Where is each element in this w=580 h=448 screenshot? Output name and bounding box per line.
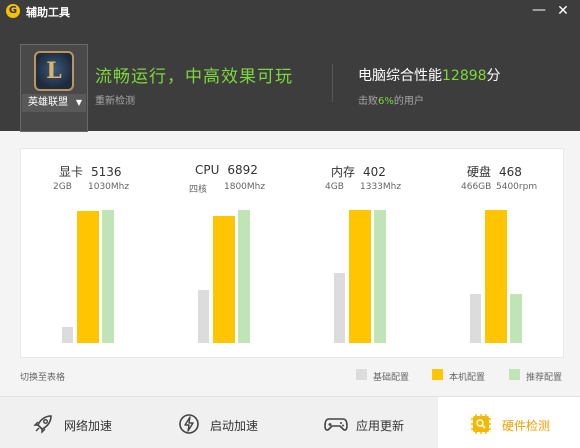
hardware-chart-panel: 显卡 5136 2GB 1030Mhz CPU 6892 四核 1800Mhz 内存… (20, 148, 564, 358)
beat-prefix: 击败 (358, 96, 378, 107)
beat-text: 击败6%的用户 (358, 92, 424, 107)
bar-recommend (374, 210, 386, 343)
metric-spec-detail: 1030Mhz (88, 182, 130, 192)
metric-label: 内存 (331, 165, 356, 179)
legend-swatch-recommend (509, 369, 520, 380)
beat-suffix: 的用户 (393, 96, 424, 107)
metric-label: 硬盘 (467, 165, 492, 179)
bar-recommend (510, 294, 522, 343)
nav-hardware-label: 硬件检测 (502, 419, 551, 433)
metric-title: 内存 402 (331, 163, 386, 180)
metric-score: 402 (363, 165, 386, 179)
nav-network-label: 网络加速 (64, 419, 113, 433)
metric-disk: 硬盘 468 466GB 5400rpm (429, 149, 565, 359)
window-title: 辅助工具 (26, 6, 70, 19)
metric-spec-detail: 1333Mhz (360, 182, 402, 192)
bottom-nav: 网络加速 启动加速 应用更新 硬件检测 (0, 396, 580, 448)
game-card: L 英雄联盟 ▼ (20, 44, 88, 132)
bar-recommend (102, 210, 114, 343)
bar-basic (334, 273, 345, 343)
metric-score: 6892 (227, 163, 258, 177)
metric-spec: 2GB (53, 182, 72, 192)
metric-spec-detail: 5400rpm (496, 182, 538, 192)
nav-app-update[interactable]: 应用更新 (292, 397, 438, 448)
legend-label-current: 本机配置 (449, 373, 486, 383)
bar-basic (198, 290, 209, 343)
game-select-dropdown[interactable]: 英雄联盟 ▼ (22, 94, 86, 112)
metric-spec: 466GB (461, 182, 492, 192)
minimize-button[interactable]: — (530, 2, 548, 20)
bar-current (485, 210, 507, 343)
metric-label: 显卡 (59, 165, 84, 179)
app-logo-icon: G (6, 4, 20, 18)
chevron-down-icon: ▼ (75, 98, 82, 107)
score-unit: 分 (486, 68, 501, 84)
bar-current (349, 210, 371, 343)
close-button[interactable]: ✕ (554, 2, 572, 20)
lightning-clock-icon (179, 414, 199, 434)
metric-gpu: 显卡 5136 2GB 1030Mhz (21, 149, 157, 359)
game-icon: L (34, 51, 74, 91)
recheck-link[interactable]: 重新检测 (95, 92, 135, 107)
beat-percent: 6% (378, 96, 394, 107)
score-value: 12898 (442, 68, 487, 84)
rocket-icon (33, 415, 52, 434)
bar-basic (470, 294, 481, 343)
metric-title: 硬盘 468 (467, 163, 522, 180)
bar-current (77, 211, 99, 343)
switch-to-table-link[interactable]: 切换至表格 (20, 370, 65, 383)
bar-basic (62, 327, 73, 343)
game-icon-letter: L (46, 58, 62, 84)
result-header: L 英雄联盟 ▼ 流畅运行，中高效果可玩 重新检测 电脑综合性能12898分 击… (0, 22, 580, 132)
chip-icon (471, 414, 491, 434)
nav-app-update-label: 应用更新 (356, 419, 405, 433)
overall-score: 电脑综合性能12898分 (358, 65, 501, 85)
gamepad-icon (324, 418, 348, 431)
metric-cpu: CPU 6892 四核 1800Mhz (157, 149, 293, 359)
metric-score: 5136 (91, 165, 122, 179)
header-divider (332, 64, 333, 102)
legend-swatch-basic (356, 369, 367, 380)
nav-startup-label: 启动加速 (210, 419, 259, 433)
score-prefix: 电脑综合性能 (358, 68, 442, 84)
bar-current (213, 216, 235, 343)
metric-title: CPU 6892 (195, 163, 258, 177)
bar-recommend (238, 210, 250, 343)
nav-startup-accelerate[interactable]: 启动加速 (146, 397, 292, 448)
metric-memory: 内存 402 4GB 1333Mhz (293, 149, 429, 359)
metric-score: 468 (499, 165, 522, 179)
nav-network-accelerate[interactable]: 网络加速 (0, 397, 146, 448)
legend-swatch-current (432, 369, 443, 380)
legend-label-recommend: 推荐配置 (526, 373, 563, 383)
status-title: 流畅运行，中高效果可玩 (95, 67, 293, 87)
metric-label: CPU (195, 163, 220, 177)
metric-spec: 四核 (189, 185, 208, 195)
metric-title: 显卡 5136 (59, 163, 122, 180)
metric-spec: 4GB (325, 182, 344, 192)
metric-spec-detail: 1800Mhz (224, 182, 266, 192)
nav-hardware-check[interactable]: 硬件检测 (438, 397, 580, 448)
game-select-label: 英雄联盟 (28, 97, 68, 108)
legend-label-basic: 基础配置 (373, 373, 410, 383)
title-bar: G 辅助工具 — ✕ (0, 0, 580, 22)
